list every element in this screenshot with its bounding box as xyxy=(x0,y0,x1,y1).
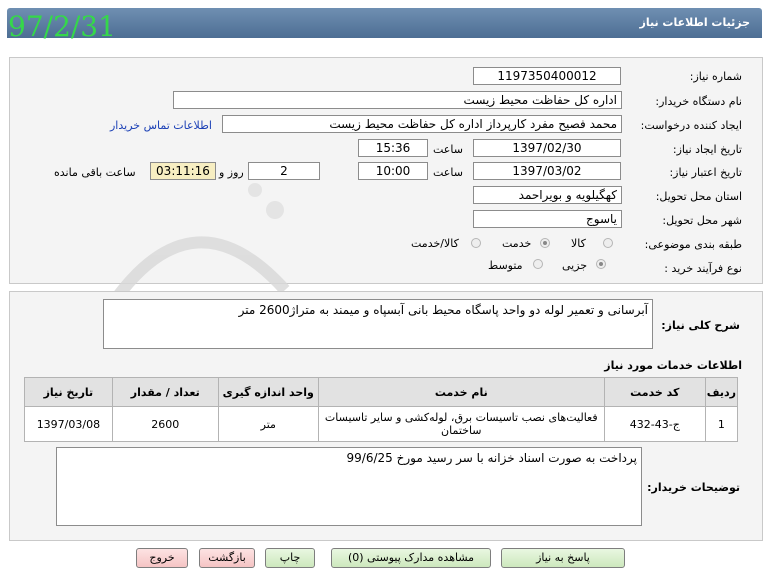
cell-row: 1 xyxy=(704,406,739,442)
back-button[interactable]: بازگشت xyxy=(199,548,255,568)
created-time-label: ساعت xyxy=(433,143,463,156)
category-goods-label: کالا xyxy=(571,237,586,250)
buyer-notes-textarea[interactable]: پرداخت به صورت اسناد خزانه با سر رسید مو… xyxy=(56,447,642,526)
province-label: استان محل تحویل: xyxy=(655,190,742,203)
category-service-radio[interactable] xyxy=(540,238,550,248)
requester-label: ایجاد کننده درخواست: xyxy=(640,119,742,132)
category-goods-radio[interactable] xyxy=(603,238,613,248)
col-date-header: تاریخ نیاز xyxy=(24,377,113,407)
title-bar: جزئیات اطلاعات نیاز xyxy=(7,8,762,38)
validity-date-field[interactable]: 1397/03/02 xyxy=(473,162,621,180)
need-number-label: شماره نیاز: xyxy=(689,70,742,83)
page-title: جزئیات اطلاعات نیاز xyxy=(639,16,751,29)
services-title: اطلاعات خدمات مورد نیاز xyxy=(604,359,742,372)
cell-name: فعالیت‌های نصب تاسیسات برق، لوله‌کشی و س… xyxy=(317,406,605,442)
validity-date-label: تاریخ اعتبار نیاز: xyxy=(669,166,742,179)
purchase-type-label: نوع فرآیند خرید : xyxy=(664,262,742,275)
category-both-label: کالا/خدمت xyxy=(411,237,459,250)
exit-button[interactable]: خروج xyxy=(136,548,188,568)
category-service-label: خدمت xyxy=(502,237,532,250)
buyer-notes-label: توضیحات خریدار: xyxy=(647,481,740,494)
attachments-button[interactable]: مشاهده مدارک پیوستی (0) xyxy=(331,548,491,568)
remaining-days-field[interactable]: 2 xyxy=(248,162,320,180)
reply-button[interactable]: پاسخ به نیاز xyxy=(501,548,625,568)
description-textarea[interactable]: آبرسانی و تعمیر لوله دو واحد پاسگاه محیط… xyxy=(103,299,653,349)
print-button[interactable]: چاپ xyxy=(265,548,315,568)
purchase-medium-radio[interactable] xyxy=(533,259,543,269)
remaining-time-field: 03:11:16 xyxy=(150,162,216,180)
col-row-header: ردیف xyxy=(704,377,739,407)
days-label: روز و xyxy=(219,166,244,179)
cell-qty: 2600 xyxy=(111,406,219,442)
buyer-contact-link[interactable]: اطلاعات تماس خریدار xyxy=(110,119,212,132)
col-name-header: نام خدمت xyxy=(317,377,605,407)
col-qty-header: تعداد / مقدار xyxy=(111,377,219,407)
purchase-medium-label: متوسط xyxy=(488,259,523,272)
cell-date: 1397/03/08 xyxy=(24,406,113,442)
city-field[interactable]: یاسوج xyxy=(473,210,622,228)
category-label: طبقه بندی موضوعی: xyxy=(644,238,742,251)
need-number-field[interactable]: 1197350400012 xyxy=(473,67,621,85)
col-unit-header: واحد اندازه گیری xyxy=(217,377,319,407)
table-row: 1 ج-43-432 فعالیت‌های نصب تاسیسات برق، ل… xyxy=(24,406,739,442)
validity-time-field[interactable]: 10:00 xyxy=(358,162,428,180)
buyer-org-label: نام دستگاه خریدار: xyxy=(655,95,742,108)
cell-code: ج-43-432 xyxy=(603,406,706,442)
purchase-minor-label: جزیی xyxy=(562,259,588,272)
created-date-field[interactable]: 1397/02/30 xyxy=(473,139,621,157)
services-table: ردیف کد خدمت نام خدمت واحد اندازه گیری ت… xyxy=(24,377,739,442)
remaining-label: ساعت باقی مانده xyxy=(54,166,136,179)
date-stamp: 97/2/31 xyxy=(8,10,116,43)
col-code-header: کد خدمت xyxy=(603,377,706,407)
province-field[interactable]: کهگیلویه و بویراحمد xyxy=(473,186,622,204)
created-time-field[interactable]: 15:36 xyxy=(358,139,428,157)
created-date-label: تاریخ ایجاد نیاز: xyxy=(672,143,742,156)
buyer-org-field[interactable]: اداره کل حفاظت محیط زیست xyxy=(173,91,622,109)
requester-field[interactable]: محمد فصیح مفرد کارپرداز اداره کل حفاظت م… xyxy=(222,115,622,133)
category-both-radio[interactable] xyxy=(471,238,481,248)
city-label: شهر محل تحویل: xyxy=(662,214,742,227)
validity-time-label: ساعت xyxy=(433,166,463,179)
purchase-minor-radio[interactable] xyxy=(596,259,606,269)
description-label: شرح کلی نیاز: xyxy=(661,319,740,332)
cell-unit: متر xyxy=(217,406,319,442)
